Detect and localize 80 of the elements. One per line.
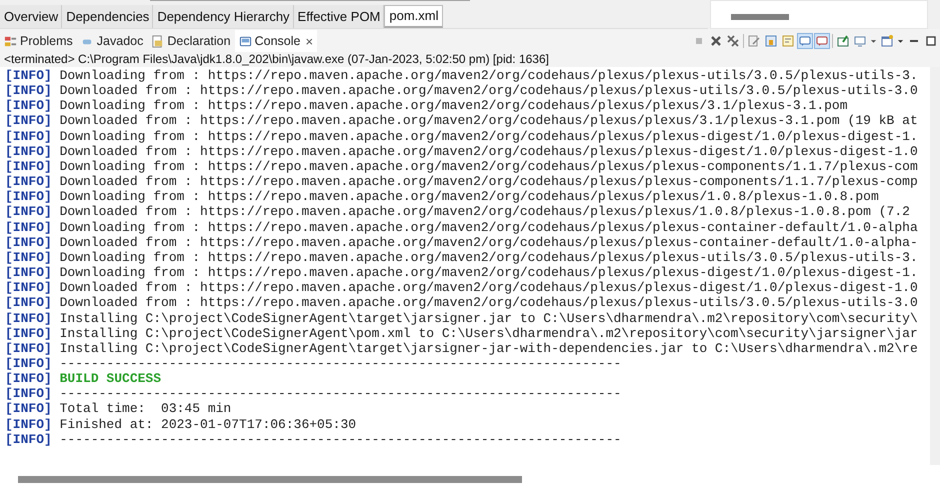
log-level: [INFO]	[5, 220, 52, 235]
log-message: Finished at: 2023-01-07T17:06:36+05:30	[60, 416, 356, 432]
log-message: Downloaded from : https://repo.maven.apache.org/maven2/org/codehaus/plexus/plexus-components/1.1.7/plexus-comp	[60, 174, 918, 190]
remove-all-icon[interactable]	[726, 34, 740, 48]
log-message: Downloading from : https://repo.maven.apache.org/maven2/org/codehaus/plexus/plexus-utils/3.0.5/plexus-utils-3.	[60, 68, 918, 84]
log-level: [INFO]	[5, 83, 52, 98]
log-level: [INFO]	[5, 280, 52, 296]
log-level: [INFO]	[5, 128, 52, 144]
tab-label: Problems	[20, 34, 73, 48]
log-level: [INFO]	[5, 234, 52, 250]
close-button[interactable]: ×	[305, 34, 314, 48]
problems-icon	[4, 34, 17, 48]
log-level: [INFO]	[5, 371, 52, 386]
log-message: Downloading from : https://repo.maven.apache.org/maven2/org/codehaus/plexus/plexus/1.0.8/plexus-1.0.8.pom	[60, 189, 879, 204]
log-level: [INFO]	[5, 416, 52, 432]
log-message: Downloading from : https://repo.maven.apache.org/maven2/org/codehaus/plexus/plexus-digest/1.0/plexus-digest-1.	[60, 128, 918, 144]
log-message: ------------------------------------------------------------------------	[60, 356, 622, 372]
log-message: Downloaded from : https://repo.maven.apache.org/maven2/org/codehaus/plexus/plexus-digest/1.0/plexus-digest-1.0	[60, 280, 918, 296]
log-message: Installing C:\project\CodeSignerAgent\pom.xml to C:\Users\dharmendra\.m2\repository\com\security\jarsigner\jar	[60, 326, 918, 341]
maximize-icon[interactable]	[924, 34, 938, 48]
speech-bubble-icon[interactable]	[815, 34, 829, 48]
clear-console-icon[interactable]	[747, 34, 761, 48]
editor-tab[interactable]: Dependencies	[62, 5, 154, 28]
scrollbar-thumb[interactable]	[731, 14, 789, 20]
log-level: [INFO]	[5, 310, 52, 326]
view-tab[interactable]: Declaration	[147, 30, 235, 52]
speech-bubble-icon[interactable]	[798, 34, 812, 48]
log-message: Downloading from : https://repo.maven.apache.org/maven2/org/codehaus/plexus/plexus-digest/1.0/plexus-digest-1.	[60, 265, 918, 280]
log-message: Downloading from : https://repo.maven.apache.org/maven2/org/codehaus/plexus/plexus-components/1.1.7/plexus-com	[60, 158, 918, 174]
log-level: [INFO]	[5, 174, 52, 190]
log-message: ------------------------------------------------------------------------	[60, 432, 622, 447]
tab-label: Console	[254, 34, 300, 48]
editor-tab[interactable]: Overview	[0, 5, 62, 28]
log-level: [INFO]	[5, 158, 52, 174]
log-level: [INFO]	[5, 144, 52, 159]
log-level: [INFO]	[5, 113, 52, 129]
log-level: [INFO]	[5, 250, 52, 266]
process-status: <terminated> C:\Program Files\Java\jdk1.8.0_202\bin\javaw.exe (07-Jan-2023, 5:02:50 pm) [pid: 1636]	[0, 52, 940, 67]
log-level: [INFO]	[5, 68, 52, 84]
log-message: Installing C:\project\CodeSignerAgent\target\jarsigner.jar to C:\Users\dharmendra\.m2\repository\com\security\	[60, 310, 918, 326]
log-level: [INFO]	[5, 356, 52, 372]
log-level: [INFO]	[5, 326, 52, 341]
log-level: [INFO]	[5, 386, 52, 402]
scrollbar-thumb[interactable]	[150, 0, 470, 1]
editor-tab[interactable]: Effective POM	[294, 5, 384, 28]
log-message: Downloading from : https://repo.maven.apache.org/maven2/org/codehaus/plexus/plexus-utils/3.0.5/plexus-utils-3.	[60, 250, 918, 266]
view-tab[interactable]: Problems	[0, 30, 77, 52]
log-message: Downloaded from : https://repo.maven.apache.org/maven2/org/codehaus/plexus/plexus-utils/3.0.5/plexus-utils-3.0	[60, 295, 918, 310]
document-icon	[151, 34, 164, 48]
remove-icon[interactable]	[709, 34, 723, 48]
log-message: Downloaded from : https://repo.maven.apache.org/maven2/org/codehaus/plexus/plexus-utils/3.0.5/plexus-utils-3.0	[60, 83, 918, 98]
new-console-icon[interactable]	[880, 34, 894, 48]
editor-tab[interactable]: pom.xml	[384, 5, 443, 28]
log-message: Downloading from : https://repo.maven.apache.org/maven2/org/codehaus/plexus/plexus/3.1/plexus-3.1.pom	[60, 98, 848, 114]
log-level: [INFO]	[5, 401, 52, 417]
log-level: [INFO]	[5, 265, 52, 280]
word-wrap-icon[interactable]	[781, 34, 795, 48]
tab-label: Javadoc	[96, 34, 144, 48]
console-icon	[238, 34, 252, 48]
log-message: Downloaded from : https://repo.maven.apache.org/maven2/org/codehaus/plexus/plexus/1.0.8/plexus-1.0.8.pom (7.2	[60, 204, 910, 220]
log-level: [INFO]	[5, 189, 52, 204]
tab-label: Declaration	[167, 34, 231, 48]
view-tab[interactable]: Javadoc	[76, 30, 148, 52]
log-message: Downloading from : https://repo.maven.apache.org/maven2/org/codehaus/plexus/plexus-container-default/1.0-alpha	[60, 220, 918, 235]
view-tab[interactable]: Console ×	[234, 30, 318, 52]
log-message: ------------------------------------------------------------------------	[60, 386, 622, 402]
log-level: [INFO]	[5, 295, 52, 310]
display-icon[interactable]	[853, 34, 867, 48]
log-message: BUILD SUCCESS	[60, 371, 162, 386]
log-level: [INFO]	[5, 340, 52, 356]
scrollbar-thumb[interactable]	[18, 476, 522, 482]
log-message: Downloaded from : https://repo.maven.apache.org/maven2/org/codehaus/plexus/plexus/3.1/plexus-3.1.pom (19 kB at	[60, 113, 918, 129]
log-message: Downloaded from : https://repo.maven.apache.org/maven2/org/codehaus/plexus/plexus-container-default/1.0-alpha-	[60, 234, 918, 250]
log-message: Installing C:\project\CodeSignerAgent\target\jarsigner-jar-with-dependencies.jar to C:\Users\dharmendra\.m2\re	[60, 340, 918, 356]
editor-tab[interactable]: Dependency Hierarchy	[153, 5, 294, 28]
log-level: [INFO]	[5, 98, 52, 114]
log-message: Total time: 03:45 min	[60, 401, 232, 417]
log-message: Downloaded from : https://repo.maven.apache.org/maven2/org/codehaus/plexus/plexus-digest/1.0/plexus-digest-1.0	[60, 144, 918, 159]
log-level: [INFO]	[5, 432, 52, 447]
log-level: [INFO]	[5, 204, 52, 220]
